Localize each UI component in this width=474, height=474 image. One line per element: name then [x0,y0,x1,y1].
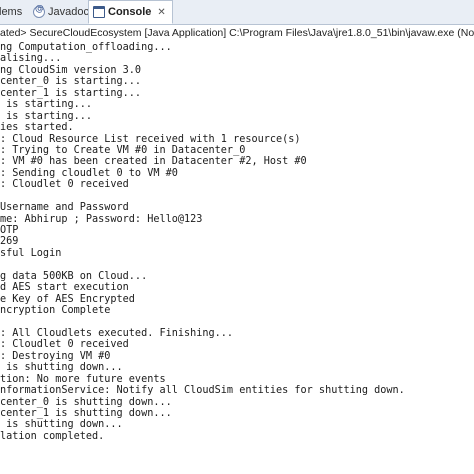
eclipse-console-window: lems Javadoc Console ✕ ated> SecureCloud… [0,0,474,474]
tab-problems-label: lems [0,5,23,18]
tab-problems[interactable]: lems [0,0,22,23]
console-line: g data 500KB on Cloud... [0,270,148,282]
console-process-header: ated> SecureCloudEcosystem [Java Applica… [0,27,474,39]
console-line: d AES start execution [0,282,129,294]
view-tab-bar: lems Javadoc Console ✕ [0,0,474,25]
close-icon[interactable]: ✕ [157,7,165,18]
console-line: sful Login [0,247,62,259]
console-line: center_1 is starting... [0,87,142,99]
console-line: lation completed. [0,430,105,442]
console-line: : Cloudlet 0 received [0,339,129,351]
console-line: nformationService: Notify all CloudSim e… [0,385,405,397]
console-line: alising... [0,53,62,65]
tab-console[interactable]: Console ✕ [88,0,173,24]
console-line: : Sending cloudlet 0 to VM #0 [0,167,178,179]
console-line: : Trying to Create VM #0 in Datacenter_0 [0,144,246,156]
console-line: : Cloud Resource List received with 1 re… [0,133,301,145]
console-line: me: Abhirup ; Password: Hello@123 [0,213,203,225]
console-line: : Destroying VM #0 [0,350,111,362]
console-line: is starting... [0,110,93,122]
tab-javadoc[interactable]: Javadoc [33,0,89,23]
console-line: is starting... [0,99,93,111]
console-line: e Key of AES Encrypted [0,293,135,305]
console-line: ng Computation_offloading... [0,42,172,53]
console-line: : All Cloudlets executed. Finishing... [0,327,234,339]
javadoc-icon [33,4,45,18]
console-icon [93,6,105,18]
tab-console-label: Console [108,6,152,18]
console-line: : VM #0 has been created in Datacenter #… [0,156,307,168]
console-line: ies started. [0,122,74,134]
console-line: is shutting down... [0,362,123,374]
console-line: center_0 is starting... [0,76,142,88]
console-line: center_0 is shutting down... [0,396,172,408]
console-line: is shutting down... [0,419,123,431]
console-line: : Cloudlet 0 received [0,179,129,191]
console-line: OTP [0,225,19,236]
console-line: ng CloudSim version 3.0 [0,64,142,76]
console-line: center_1 is shutting down... [0,408,172,419]
tab-javadoc-label: Javadoc [48,5,89,18]
console-output[interactable]: ng Computation_offloading... alising... ng… [0,42,474,442]
console-line: ncryption Complete [0,305,111,317]
console-line: tion: No more future events [0,373,166,385]
console-line: 269 [0,236,19,248]
console-line: Username and Password [0,202,129,214]
